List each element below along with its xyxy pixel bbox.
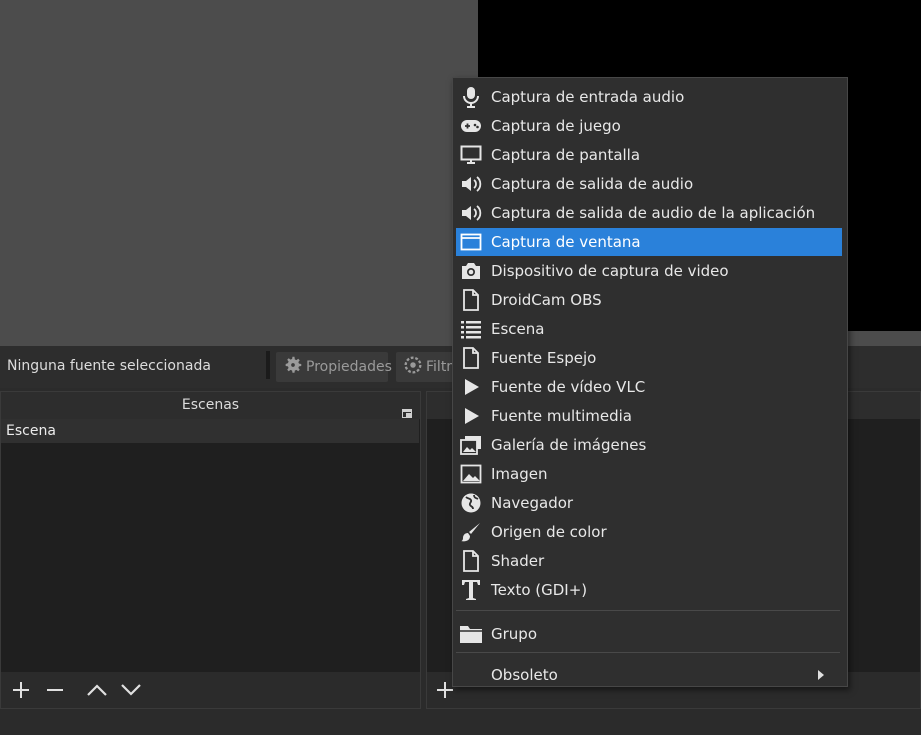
folder-icon [458,621,484,647]
properties-label: Propiedades [306,359,392,375]
empty-icon [458,662,484,688]
menu-item-group[interactable]: Grupo [456,620,842,648]
gear-icon [282,354,306,380]
menu-item-game-capture[interactable]: Captura de juego [456,112,842,140]
monitor-icon [458,142,484,168]
chevron-down-icon [121,684,141,696]
menu-item-text-gdi[interactable]: Texto (GDI+) [456,576,842,604]
menu-item-droidcam-obs[interactable]: DroidCam OBS [456,286,842,314]
menu-item-audio-input-capture[interactable]: Captura de entrada audio [456,83,842,111]
globe-icon [458,490,484,516]
menu-item-image-slideshow[interactable]: Galería de imágenes [456,431,842,459]
menu-item-vlc-video-source[interactable]: Fuente de vídeo VLC [456,373,842,401]
brush-icon [458,519,484,545]
menu-item-media-source[interactable]: Fuente multimedia [456,402,842,430]
menu-separator [456,652,840,653]
scenes-footer [1,672,420,708]
move-scene-down-button[interactable] [119,679,143,701]
plus-icon [13,682,29,698]
play-icon [458,403,484,429]
image-icon [458,461,484,487]
filters-button[interactable]: Filtros [396,352,458,382]
menu-item-video-capture-device[interactable]: Dispositivo de captura de video [456,257,842,285]
gamepad-icon [458,113,484,139]
add-source-context-menu: Captura de entrada audio Captura de jueg… [452,77,848,687]
selected-source-status: Ninguna fuente seleccionada [7,358,211,374]
menu-item-scene[interactable]: Escena [456,315,842,343]
camera-icon [458,258,484,284]
menu-item-mirror-source[interactable]: Fuente Espejo [456,344,842,372]
move-scene-up-button[interactable] [85,679,109,701]
menu-item-browser[interactable]: Navegador [456,489,842,517]
menu-item-display-capture[interactable]: Captura de pantalla [456,141,842,169]
add-scene-button[interactable] [9,679,33,701]
minus-icon [47,689,63,691]
file-icon [458,548,484,574]
menu-item-image[interactable]: Imagen [456,460,842,488]
properties-button[interactable]: Propiedades [276,352,392,382]
menu-item-app-audio-capture[interactable]: Captura de salida de audio de la aplicac… [456,199,842,227]
play-icon [458,374,484,400]
remove-scene-button[interactable] [43,679,67,701]
speaker-icon [458,200,484,226]
menu-item-audio-output-capture[interactable]: Captura de salida de audio [456,170,842,198]
menu-item-window-capture[interactable]: Captura de ventana [456,228,842,256]
preview-canvas [0,0,478,346]
menu-item-deprecated[interactable]: Obsoleto [456,661,842,689]
file-icon [458,345,484,371]
menu-item-color-source[interactable]: Origen de color [456,518,842,546]
list-icon [458,316,484,342]
float-dock-icon[interactable] [402,401,412,418]
scenes-dock: Escenas Escena [0,391,421,709]
menu-separator [456,610,840,611]
filter-icon [402,354,426,380]
file-icon [458,287,484,313]
text-icon [458,577,484,603]
window-icon [458,229,484,255]
submenu-arrow-icon [818,670,824,680]
images-icon [458,432,484,458]
chevron-up-icon [87,684,107,696]
speaker-icon [458,171,484,197]
scene-item[interactable]: Escena [1,419,419,443]
toolbar-separator [266,351,270,379]
menu-item-shader[interactable]: Shader [456,547,842,575]
scenes-dock-title: Escenas [1,392,420,419]
microphone-icon [458,84,484,110]
